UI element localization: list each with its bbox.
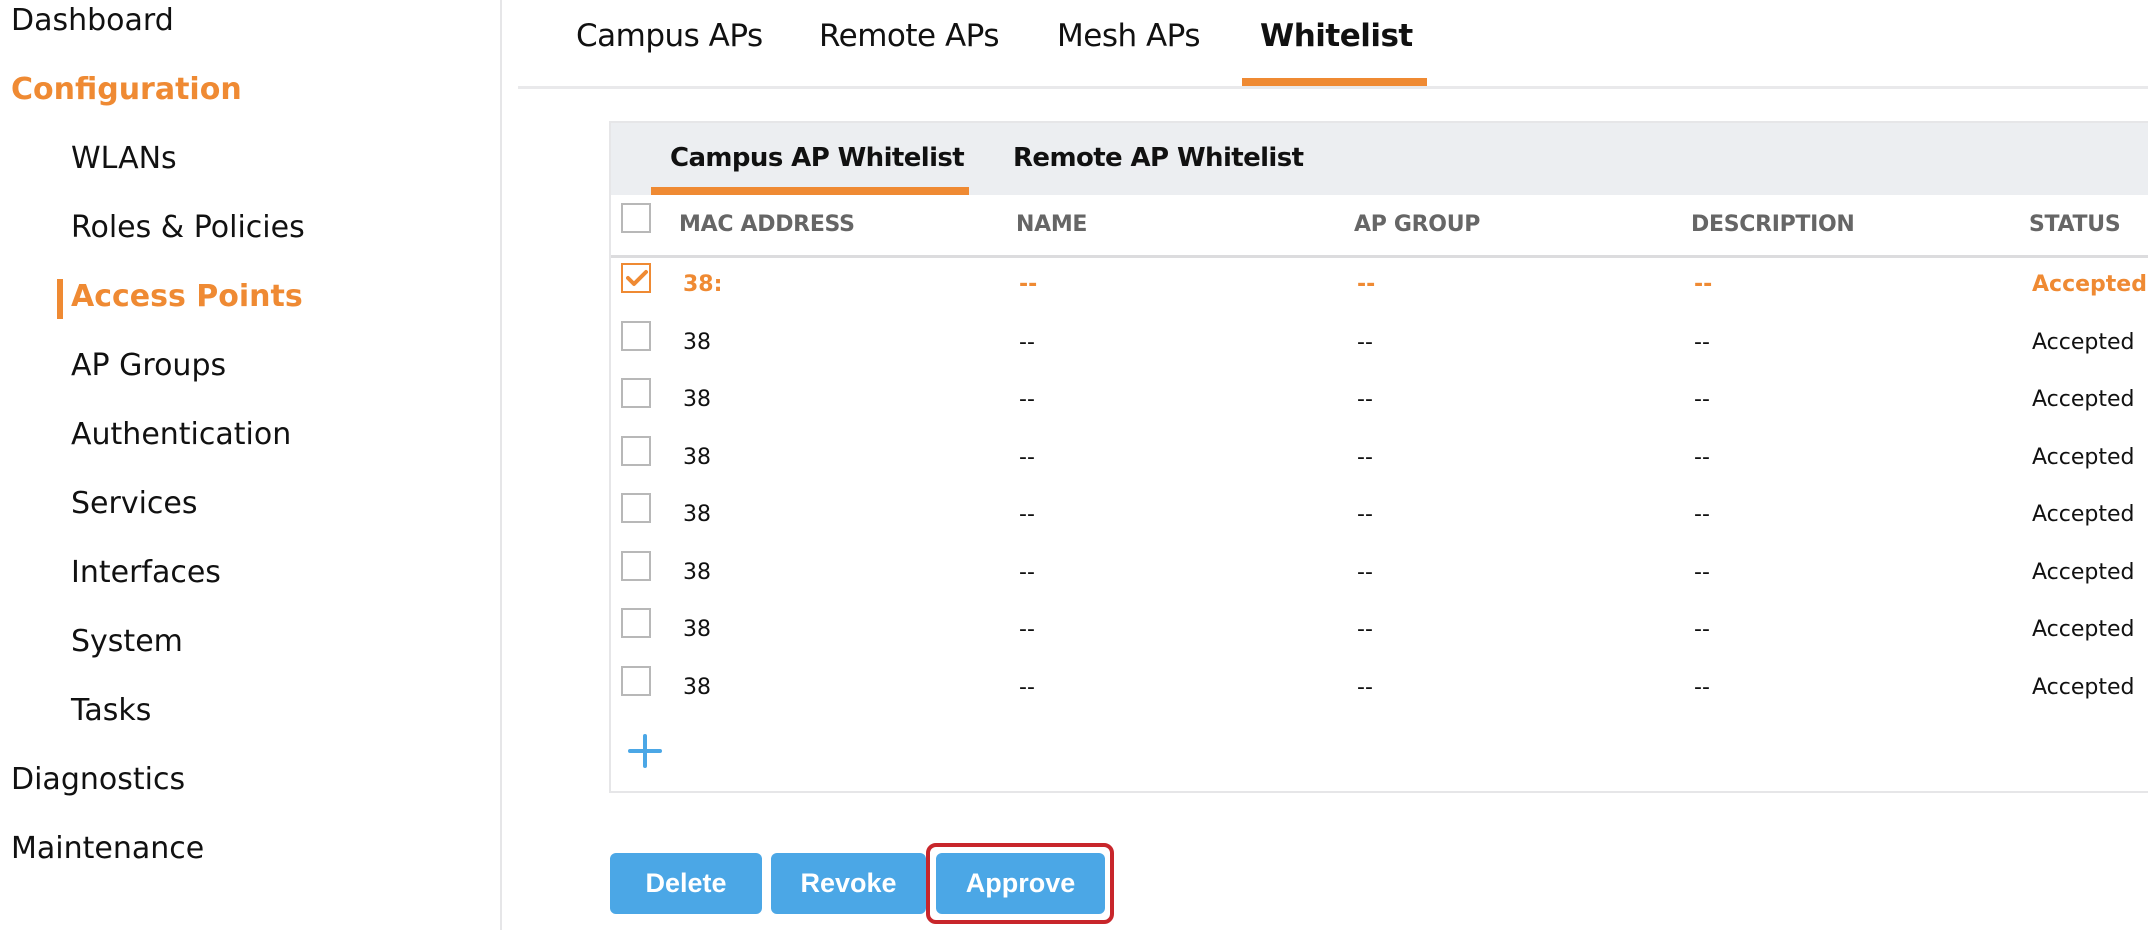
cell-description: -- xyxy=(1694,387,1710,412)
table-row[interactable]: 38 -- -- -- Accepted xyxy=(611,660,2148,717)
cell-ap-group: -- xyxy=(1357,674,1373,700)
cell-mac-address: 38 xyxy=(683,502,711,527)
sidebar-item-authentication[interactable]: Authentication xyxy=(71,415,291,455)
row-checkbox[interactable] xyxy=(621,550,651,581)
cell-mac-address: 38 xyxy=(683,387,711,412)
tab-whitelist[interactable]: Whitelist xyxy=(1260,18,1413,54)
sidebar-item-access-points[interactable]: Access Points xyxy=(57,277,303,319)
cell-status: Accepted xyxy=(2032,674,2135,700)
cell-name: -- xyxy=(1019,674,1035,700)
cell-ap-group: -- xyxy=(1357,329,1373,355)
plus-icon xyxy=(628,734,662,768)
tab-remote-aps[interactable]: Remote APs xyxy=(819,18,999,54)
delete-button[interactable]: Delete xyxy=(610,853,762,914)
cell-name: -- xyxy=(1019,559,1035,585)
revoke-button[interactable]: Revoke xyxy=(771,853,926,914)
cell-name: -- xyxy=(1019,387,1035,412)
cell-description: -- xyxy=(1694,502,1710,527)
sidebar-item-dashboard[interactable]: Dashboard xyxy=(11,1,174,41)
sidebar-item-maintenance[interactable]: Maintenance xyxy=(11,829,204,869)
cell-ap-group: -- xyxy=(1357,387,1373,412)
cell-mac-address: 38 xyxy=(683,329,711,355)
row-checkbox[interactable] xyxy=(621,608,651,638)
row-checkbox[interactable] xyxy=(621,320,651,351)
sidebar-item-diagnostics[interactable]: Diagnostics xyxy=(11,760,185,800)
cell-ap-group: -- xyxy=(1357,444,1373,470)
cell-description: -- xyxy=(1694,617,1710,642)
whitelist-subtabs: Campus AP Whitelist Remote AP Whitelist xyxy=(611,123,2148,195)
cell-mac-address: 38 xyxy=(683,674,711,700)
sidebar-item-label: Access Points xyxy=(71,279,303,314)
cell-name: -- xyxy=(1019,617,1035,642)
active-subtab-underline xyxy=(651,187,969,195)
column-header-ap-group[interactable]: AP GROUP xyxy=(1354,212,1480,237)
sidebar-item-services[interactable]: Services xyxy=(71,484,198,524)
subtab-campus-ap-whitelist[interactable]: Campus AP Whitelist xyxy=(670,143,965,173)
row-checkbox[interactable] xyxy=(621,263,651,293)
cell-status: Accepted xyxy=(2032,559,2135,585)
whitelist-panel: Campus AP Whitelist Remote AP Whitelist … xyxy=(609,121,2148,793)
table-row[interactable]: 38 -- -- -- Accepted xyxy=(611,372,2148,429)
cell-name: -- xyxy=(1019,444,1035,470)
active-indicator xyxy=(57,279,63,319)
cell-name: -- xyxy=(1019,329,1035,355)
cell-status: Accepted xyxy=(2032,272,2147,297)
subtab-remote-ap-whitelist[interactable]: Remote AP Whitelist xyxy=(1013,143,1304,173)
table-row[interactable]: 38 -- -- -- Accepted xyxy=(611,430,2148,487)
active-tab-underline xyxy=(1242,78,1427,86)
cell-mac-address: 38: xyxy=(683,272,723,297)
cell-description: -- xyxy=(1694,272,1713,297)
sidebar-item-configuration[interactable]: Configuration xyxy=(11,70,242,110)
ap-tabs: Campus APs Remote APs Mesh APs Whitelist xyxy=(518,0,2148,89)
cell-description: -- xyxy=(1694,329,1710,355)
cell-status: Accepted xyxy=(2032,387,2135,412)
sidebar-item-tasks[interactable]: Tasks xyxy=(71,691,151,731)
cell-ap-group: -- xyxy=(1357,272,1376,297)
cell-status: Accepted xyxy=(2032,444,2135,470)
cell-ap-group: -- xyxy=(1357,559,1373,585)
table-row[interactable]: 38 -- -- -- Accepted xyxy=(611,545,2148,602)
table-row[interactable]: 38 -- -- -- Accepted xyxy=(611,315,2148,372)
sidebar: Dashboard Configuration WLANs Roles & Po… xyxy=(0,0,502,930)
sidebar-item-system[interactable]: System xyxy=(71,622,183,662)
cell-description: -- xyxy=(1694,559,1710,585)
cell-mac-address: 38 xyxy=(683,444,711,470)
tab-campus-aps[interactable]: Campus APs xyxy=(576,18,763,54)
column-header-mac-address[interactable]: MAC ADDRESS xyxy=(679,212,855,237)
checkmark-icon xyxy=(626,270,648,286)
cell-ap-group: -- xyxy=(1357,502,1373,527)
approve-highlight-outline xyxy=(926,843,1114,924)
row-checkbox[interactable] xyxy=(621,378,651,408)
cell-status: Accepted xyxy=(2032,502,2135,527)
table-row[interactable]: 38 -- -- -- Accepted xyxy=(611,602,2148,659)
add-entry-button[interactable] xyxy=(627,733,663,769)
sidebar-item-roles-policies[interactable]: Roles & Policies xyxy=(71,208,305,248)
column-header-status[interactable]: STATUS xyxy=(2029,212,2121,237)
select-all-checkbox[interactable] xyxy=(621,203,651,233)
cell-name: -- xyxy=(1019,272,1038,297)
cell-mac-address: 38 xyxy=(683,617,711,642)
tab-mesh-aps[interactable]: Mesh APs xyxy=(1057,18,1200,54)
sidebar-item-interfaces[interactable]: Interfaces xyxy=(71,553,221,593)
table-row[interactable]: 38 -- -- -- Accepted xyxy=(611,487,2148,544)
cell-status: Accepted xyxy=(2032,617,2135,642)
row-checkbox[interactable] xyxy=(621,493,651,523)
cell-description: -- xyxy=(1694,444,1710,470)
table-header: MAC ADDRESS NAME AP GROUP DESCRIPTION ST… xyxy=(611,195,2148,258)
row-checkbox[interactable] xyxy=(621,665,651,696)
cell-mac-address: 38 xyxy=(683,559,711,585)
cell-description: -- xyxy=(1694,674,1710,700)
column-header-description[interactable]: DESCRIPTION xyxy=(1691,212,1855,237)
sidebar-item-wlans[interactable]: WLANs xyxy=(71,139,177,179)
row-checkbox[interactable] xyxy=(621,435,651,466)
cell-ap-group: -- xyxy=(1357,617,1373,642)
table-row[interactable]: 38: -- -- -- Accepted xyxy=(611,257,2148,314)
cell-name: -- xyxy=(1019,502,1035,527)
column-header-name[interactable]: NAME xyxy=(1016,212,1087,237)
cell-status: Accepted xyxy=(2032,329,2135,355)
sidebar-item-ap-groups[interactable]: AP Groups xyxy=(71,346,226,386)
